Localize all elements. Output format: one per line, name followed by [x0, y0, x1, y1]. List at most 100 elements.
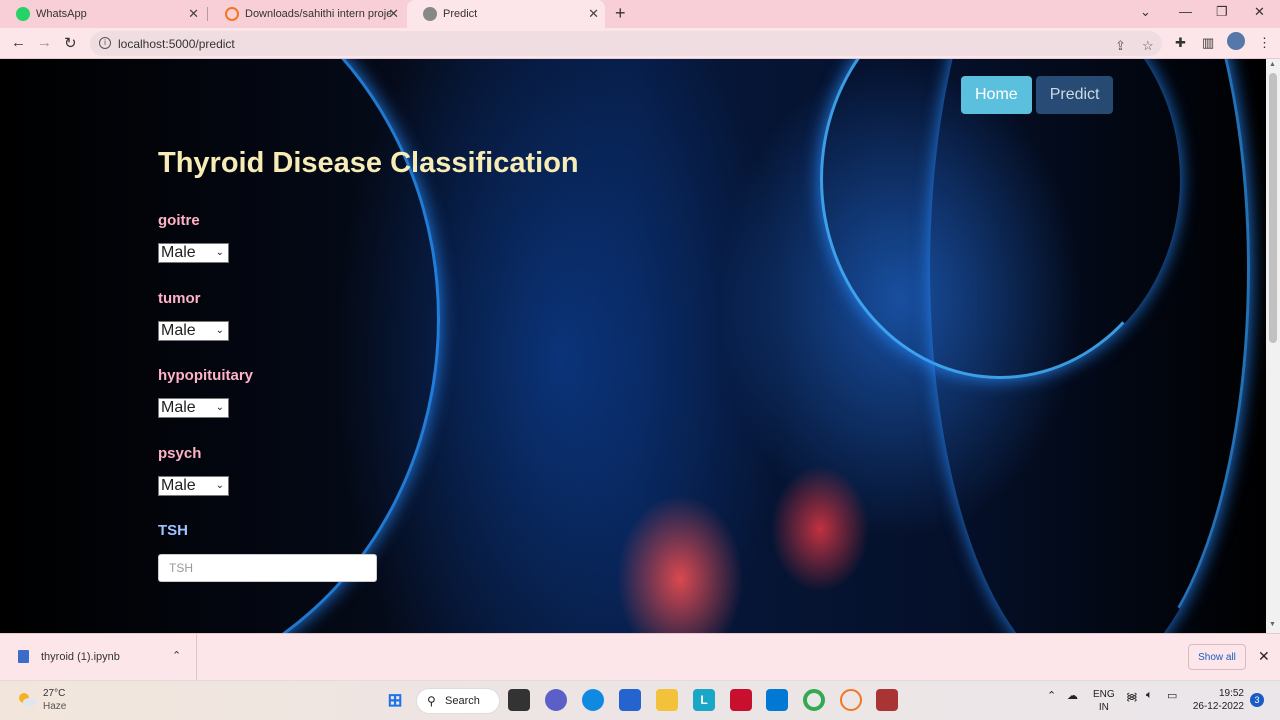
app-icon[interactable]	[876, 689, 898, 711]
tumor-label: tumor	[158, 290, 201, 307]
reload-icon[interactable]: ↻	[64, 34, 77, 52]
tsh-label: TSH	[158, 522, 188, 539]
close-window-icon[interactable]: ✕	[1254, 4, 1265, 20]
tab-title: Downloads/sahithi intern project	[245, 8, 391, 20]
page-title: Thyroid Disease Classification	[158, 147, 579, 179]
page-content: Home Predict Thyroid Disease Classificat…	[0, 59, 1266, 633]
url-text: localhost:5000/predict	[118, 36, 235, 51]
select-value: Male	[161, 322, 196, 339]
psych-select[interactable]: Male ⌄	[158, 476, 229, 496]
globe-icon	[423, 7, 437, 21]
store-icon[interactable]	[619, 689, 641, 711]
lang-bottom: IN	[1098, 702, 1109, 713]
clock[interactable]: 19:52 26-12-2022	[1190, 687, 1244, 713]
home-button[interactable]: Home	[961, 76, 1032, 114]
select-value: Male	[161, 399, 196, 416]
goitre-label: goitre	[158, 212, 200, 229]
clock-date: 26-12-2022	[1192, 701, 1244, 712]
top-nav: Home Predict	[961, 76, 1114, 114]
download-file-name: thyroid (1).ipynb	[41, 651, 120, 663]
page-scrollbar[interactable]: ▲ ▼	[1266, 59, 1280, 633]
hypopituitary-label: hypopituitary	[158, 367, 254, 384]
wifi-icon[interactable]: ᯼	[1126, 689, 1138, 704]
show-all-button[interactable]: Show all	[1188, 644, 1246, 670]
weather-icon	[19, 693, 37, 706]
download-bar: thyroid (1).ipynb ⌃ Show all ✕	[0, 633, 1280, 680]
chevron-down-icon: ⌄	[215, 247, 224, 258]
tumor-select[interactable]: Male ⌄	[158, 321, 229, 341]
mcafee-icon[interactable]	[730, 689, 752, 711]
extensions-icon[interactable]: ✚	[1175, 35, 1186, 51]
chevron-up-icon[interactable]: ⌃	[172, 649, 181, 662]
scroll-thumb[interactable]	[1269, 73, 1277, 343]
tab-separator	[207, 7, 208, 21]
menu-icon[interactable]: ⋮	[1258, 35, 1271, 51]
address-bar: ← → ↻ i localhost:5000/predict ⇪ ☆ ✚ ▥ ⋮	[0, 28, 1280, 59]
jupyter-icon[interactable]	[840, 689, 862, 711]
maximize-icon[interactable]: ❐	[1216, 4, 1228, 20]
back-icon[interactable]: ←	[11, 34, 26, 51]
lang-top: ENG	[1093, 689, 1115, 700]
select-value: Male	[161, 477, 196, 494]
side-panel-icon[interactable]: ▥	[1202, 35, 1214, 51]
search-icon: ⚲	[427, 694, 436, 708]
tab-predict[interactable]: Predict ✕	[407, 0, 605, 28]
search-label: Search	[445, 695, 480, 707]
tsh-input[interactable]: TSH	[158, 554, 377, 582]
share-icon[interactable]: ⇪	[1115, 38, 1126, 54]
outlook-icon[interactable]	[766, 689, 788, 711]
info-icon[interactable]: i	[99, 37, 111, 49]
weather-condition: Haze	[43, 701, 67, 712]
avatar[interactable]	[1227, 32, 1245, 50]
scroll-down-icon[interactable]: ▼	[1269, 621, 1276, 628]
hypopituitary-select[interactable]: Male ⌄	[158, 398, 229, 418]
forward-icon[interactable]: →	[37, 34, 52, 51]
goitre-select[interactable]: Male ⌄	[158, 243, 229, 263]
minimize-icon[interactable]: —	[1179, 4, 1192, 19]
chevron-down-icon: ⌄	[215, 402, 224, 413]
url-field[interactable]: i localhost:5000/predict ⇪ ☆	[90, 31, 1162, 56]
star-icon[interactable]: ☆	[1142, 38, 1154, 54]
chrome-icon[interactable]	[803, 689, 825, 711]
scroll-up-icon[interactable]: ▲	[1269, 61, 1276, 68]
l-app-icon[interactable]: L	[693, 689, 715, 711]
taskbar-search[interactable]: ⚲ Search	[416, 688, 500, 714]
jupyter-icon	[225, 7, 239, 21]
teams-chat-icon[interactable]	[545, 689, 567, 711]
tab-bar: WhatsApp ✕ Downloads/sahithi intern proj…	[0, 0, 1280, 28]
chevron-down-icon: ⌄	[215, 480, 224, 491]
task-view-icon[interactable]	[508, 689, 530, 711]
download-item[interactable]: thyroid (1).ipynb ⌃	[0, 634, 197, 680]
notification-badge[interactable]: 3	[1250, 693, 1264, 707]
psych-label: psych	[158, 445, 202, 462]
battery-icon[interactable]: ▭	[1167, 689, 1177, 702]
chevron-down-icon[interactable]: ⌄	[1140, 4, 1151, 20]
file-explorer-icon[interactable]	[656, 689, 678, 711]
edge-icon[interactable]	[582, 689, 604, 711]
whatsapp-icon	[16, 7, 30, 21]
close-icon[interactable]: ✕	[388, 6, 399, 22]
language-indicator[interactable]: ENG IN	[1093, 688, 1115, 714]
weather-temp: 27°C	[43, 688, 66, 699]
tab-title: WhatsApp	[36, 8, 87, 20]
select-value: Male	[161, 244, 196, 261]
tab-whatsapp[interactable]: WhatsApp ✕	[0, 0, 205, 28]
file-icon	[18, 650, 29, 663]
background-glow	[930, 59, 1250, 633]
onedrive-icon[interactable]: ☁	[1067, 689, 1078, 702]
taskbar: 27°C Haze ⊞ ⚲ Search L ⌃ ☁ ENG IN ᯼ 🔈︎ ▭…	[0, 680, 1280, 720]
tsh-placeholder: TSH	[169, 561, 193, 575]
chevron-up-icon[interactable]: ⌃	[1047, 689, 1056, 702]
windows-start-icon[interactable]: ⊞	[384, 689, 406, 711]
close-icon[interactable]: ✕	[188, 6, 199, 22]
chevron-down-icon: ⌄	[215, 325, 224, 336]
new-tab-icon[interactable]: +	[615, 3, 626, 24]
close-icon[interactable]: ✕	[588, 6, 599, 22]
tab-title: Predict	[443, 8, 478, 20]
predict-button[interactable]: Predict	[1035, 76, 1114, 114]
tab-jupyter[interactable]: Downloads/sahithi intern project ✕	[209, 0, 405, 28]
clock-time: 19:52	[1218, 688, 1244, 699]
volume-icon[interactable]: 🔈︎	[1146, 689, 1153, 702]
close-icon[interactable]: ✕	[1258, 648, 1270, 665]
background-glow	[0, 59, 440, 633]
